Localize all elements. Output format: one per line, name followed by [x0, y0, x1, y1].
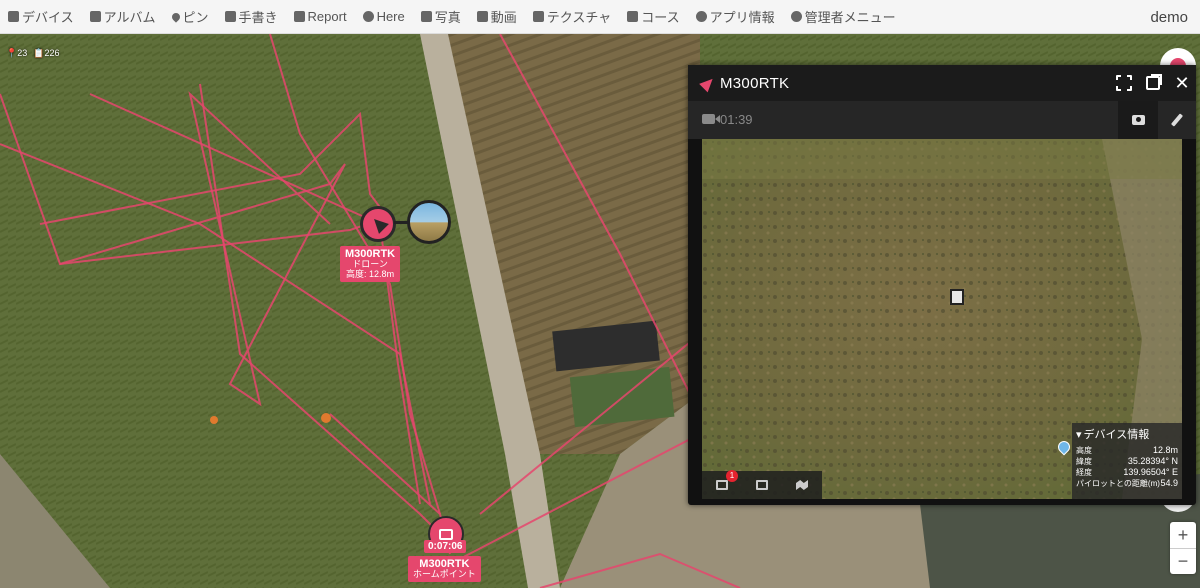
- nav-album[interactable]: アルバム: [82, 0, 164, 34]
- fullscreen-icon[interactable]: [1116, 75, 1132, 91]
- film-icon: [439, 528, 453, 540]
- snapshot-button[interactable]: [1118, 101, 1158, 139]
- map-icon: [796, 480, 808, 490]
- camera-icon: [1131, 115, 1145, 125]
- drone-camera-thumbnail[interactable]: [407, 200, 451, 244]
- panel-header[interactable]: M300RTK ✕: [688, 65, 1196, 101]
- nav-course[interactable]: コース: [619, 0, 687, 34]
- here-icon: [362, 11, 374, 22]
- pencil-icon: [224, 11, 236, 22]
- video-list-button[interactable]: 1: [702, 470, 742, 499]
- close-icon[interactable]: ✕: [1174, 74, 1190, 92]
- nav-handwriting[interactable]: 手書き: [217, 0, 286, 34]
- map-counters: 📍23 📋226: [6, 48, 59, 59]
- recording-icon: [702, 114, 720, 124]
- video-toolbar: 01:39: [688, 101, 1196, 139]
- zoom-control: + −: [1170, 522, 1196, 574]
- drone-label[interactable]: M300RTK ドローン 高度: 12.8m: [340, 246, 401, 282]
- nav-video[interactable]: 動画: [469, 0, 525, 34]
- ground-target: [950, 289, 964, 305]
- panel-controls: ✕: [1116, 65, 1190, 101]
- video-feed[interactable]: 1 デバイス情報 高度12.8m 緯度35.28394° N 経度139.965…: [702, 139, 1182, 499]
- zoom-out-button[interactable]: −: [1170, 548, 1196, 574]
- top-nav: デバイス アルバム ピン 手書き Report Here 写真 動画 テクスチャ…: [0, 0, 1200, 34]
- device-icon: [8, 11, 19, 22]
- info-row-pilot-distance: パイロットとの距離(m) 54.9: [1076, 478, 1178, 488]
- device-info-title[interactable]: デバイス情報: [1076, 426, 1178, 442]
- home-time-label: 0:07:06: [424, 540, 467, 553]
- nav-pin[interactable]: ピン: [164, 0, 217, 34]
- album-icon: [89, 11, 101, 22]
- image-button[interactable]: [742, 471, 782, 499]
- info-row-longitude: 経度 139.96504° E: [1076, 467, 1178, 477]
- photo-icon: [420, 11, 432, 22]
- user-menu[interactable]: demo: [1150, 0, 1188, 34]
- home-point-label[interactable]: M300RTK ホームポイント: [408, 556, 481, 582]
- drone-marker[interactable]: [360, 206, 396, 242]
- pen-icon: [1170, 113, 1184, 127]
- pin-count: 📍23: [6, 48, 28, 58]
- nav-admin-menu[interactable]: 管理者メニュー: [783, 0, 904, 34]
- report-icon: [293, 11, 305, 22]
- device-info-box[interactable]: デバイス情報 高度12.8m 緯度35.28394° N 経度139.96504…: [1072, 423, 1182, 499]
- video-icon: [476, 11, 488, 22]
- popout-icon[interactable]: [1146, 74, 1162, 90]
- nav-app-info[interactable]: アプリ情報: [688, 0, 783, 34]
- report-count: 📋226: [33, 48, 60, 58]
- feed-bottom-bar: 1: [702, 470, 822, 499]
- recording-time: 01:39: [720, 112, 753, 127]
- gear-icon: [695, 11, 707, 22]
- nav-here[interactable]: Here: [355, 0, 413, 34]
- map-view-button[interactable]: [782, 471, 822, 499]
- film-icon: [716, 480, 728, 490]
- texture-icon: [532, 11, 544, 22]
- zoom-in-button[interactable]: +: [1170, 522, 1196, 548]
- info-row-latitude: 緯度 35.28394° N: [1076, 456, 1178, 466]
- nav-texture[interactable]: テクスチャ: [525, 0, 619, 34]
- course-icon: [627, 11, 639, 22]
- drone-video-panel: M300RTK ✕ 01:39 1 ▾ デバイス情報 高度 12.8m 緯度 3…: [688, 65, 1196, 505]
- pin-icon: [169, 10, 182, 23]
- annotate-button[interactable]: [1158, 101, 1196, 139]
- image-icon: [756, 480, 768, 490]
- info-row-altitude: 高度 12.8m: [1076, 445, 1178, 455]
- nav-photo[interactable]: 写真: [413, 0, 469, 34]
- notification-badge: 1: [726, 470, 738, 482]
- drone-arrow-icon: [699, 74, 717, 92]
- admin-user-icon: [790, 11, 802, 22]
- nav-devices[interactable]: デバイス: [0, 0, 82, 34]
- panel-title: M300RTK: [720, 74, 790, 92]
- nav-report[interactable]: Report: [286, 0, 355, 34]
